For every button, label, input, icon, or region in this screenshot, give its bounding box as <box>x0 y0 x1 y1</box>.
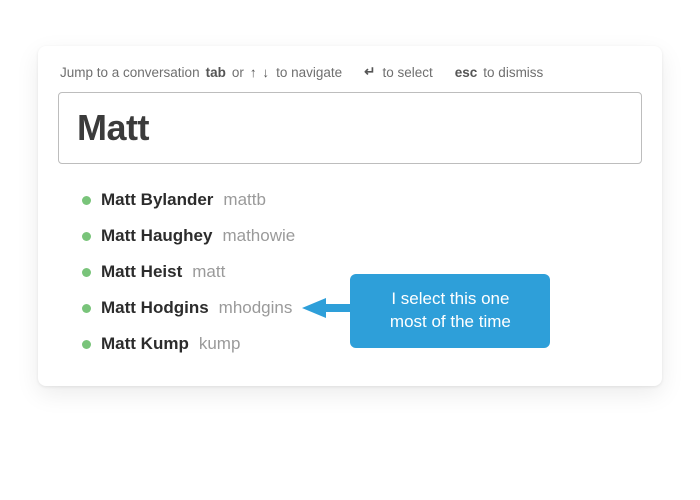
presence-dot-icon <box>82 340 91 349</box>
hint-tab-key: tab <box>206 65 226 80</box>
keyboard-hints: Jump to a conversation tab or ↑ ↓ to nav… <box>58 62 642 80</box>
result-handle: kump <box>199 334 241 354</box>
search-query-text: Matt <box>77 107 623 149</box>
result-handle: mattb <box>223 190 266 210</box>
result-handle: matt <box>192 262 225 282</box>
callout-line2: most of the time <box>372 311 528 334</box>
hint-or: or <box>232 65 244 80</box>
annotation-arrow-icon <box>302 298 326 318</box>
hint-lead: Jump to a conversation <box>60 65 200 80</box>
result-name: Matt Heist <box>101 262 182 282</box>
result-item[interactable]: Matt Haughey mathowie <box>82 218 642 254</box>
annotation-callout: I select this one most of the time <box>350 274 550 348</box>
hint-select: to select <box>382 65 432 80</box>
result-name: Matt Kump <box>101 334 189 354</box>
enter-key-icon: ↵ <box>364 64 376 80</box>
hint-esc-key: esc <box>455 65 478 80</box>
presence-dot-icon <box>82 196 91 205</box>
result-handle: mhodgins <box>219 298 293 318</box>
result-handle: mathowie <box>222 226 295 246</box>
presence-dot-icon <box>82 232 91 241</box>
callout-line1: I select this one <box>372 288 528 311</box>
hint-dismiss: to dismiss <box>483 65 543 80</box>
result-item[interactable]: Matt Bylander mattb <box>82 182 642 218</box>
presence-dot-icon <box>82 268 91 277</box>
search-input[interactable]: Matt <box>58 92 642 164</box>
hint-navigate: to navigate <box>276 65 342 80</box>
result-name: Matt Hodgins <box>101 298 209 318</box>
arrow-keys-icon: ↑ ↓ <box>250 65 270 80</box>
result-name: Matt Bylander <box>101 190 213 210</box>
result-name: Matt Haughey <box>101 226 212 246</box>
presence-dot-icon <box>82 304 91 313</box>
